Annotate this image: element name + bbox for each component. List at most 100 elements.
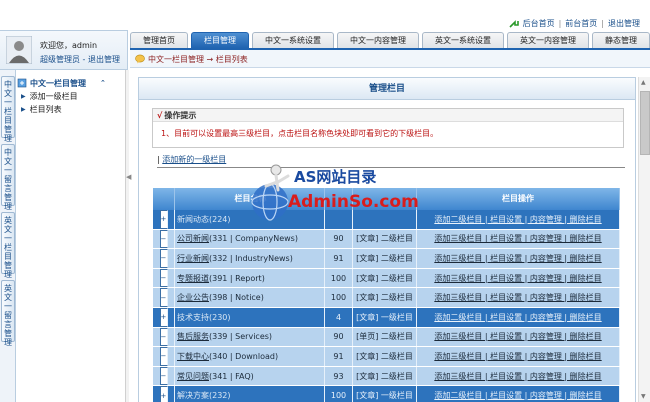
column-name-cell[interactable]: 技术支持 (230): [175, 307, 325, 327]
operations-cell[interactable]: 添加二级栏目 | 栏目设置 | 内容管理 | 删除栏目: [417, 386, 620, 402]
vtab-en-column[interactable]: 英文一栏目管理: [1, 212, 15, 279]
operations-cell[interactable]: 添加三级栏目 | 栏目设置 | 内容管理 | 删除栏目: [417, 366, 620, 386]
operations-links[interactable]: 添加三级栏目 | 栏目设置 | 内容管理 | 删除栏目: [434, 253, 601, 264]
collapse-minus-icon[interactable]: −: [159, 327, 168, 347]
frontend-home-link[interactable]: 前台首页: [565, 18, 597, 29]
scroll-thumb[interactable]: [640, 91, 650, 155]
expand-cell: −: [153, 268, 175, 288]
operations-cell[interactable]: 添加三级栏目 | 栏目设置 | 内容管理 | 删除栏目: [417, 327, 620, 347]
split-divider[interactable]: [125, 70, 129, 402]
tab-3[interactable]: 中文一内容管理: [337, 32, 419, 48]
tip-title-text: 操作提示: [164, 111, 197, 120]
expand-plus-icon[interactable]: +: [159, 386, 168, 402]
order-cell: 100: [325, 386, 353, 402]
column-name[interactable]: 公司新闻: [177, 233, 209, 244]
operations-cell[interactable]: 添加二级栏目 | 栏目设置 | 内容管理 | 删除栏目: [417, 307, 620, 327]
separator: |: [601, 19, 604, 28]
user-box: 欢迎您，admin 超级管理员 - 退出管理: [0, 30, 128, 70]
operations-cell[interactable]: 添加三级栏目 | 栏目设置 | 内容管理 | 删除栏目: [417, 268, 620, 288]
scroll-down-icon[interactable]: ▼: [641, 393, 646, 400]
table-row: − 售后服务 (339 | Services) 90 [单页] 二级栏目 添加三级栏目 |…: [153, 327, 620, 348]
column-name[interactable]: 专题报道: [177, 273, 209, 284]
table-row: + 技术支持 (230) 4 [文章] 一级栏目 添加二级栏目 | 栏目设置 | 内容管理…: [153, 307, 620, 328]
collapse-minus-icon[interactable]: −: [159, 366, 168, 386]
operations-links[interactable]: 添加三级栏目 | 栏目设置 | 内容管理 | 删除栏目: [434, 233, 601, 244]
vertical-scrollbar[interactable]: ▲ ▼: [638, 77, 650, 402]
collapse-minus-icon[interactable]: −: [159, 347, 168, 366]
column-name-cell[interactable]: 公司新闻 (331 | CompanyNews): [175, 229, 325, 249]
operations-links[interactable]: 添加二级栏目 | 栏目设置 | 内容管理 | 删除栏目: [434, 214, 601, 225]
column-name[interactable]: 常见问题: [177, 371, 209, 382]
side-menu-item-add[interactable]: ▶ 添加一级栏目: [17, 90, 123, 103]
vtab-en-message[interactable]: 英文一留言管理: [1, 280, 15, 347]
column-name[interactable]: 解决方案: [177, 390, 209, 401]
logout-link[interactable]: 退出管理: [608, 18, 640, 29]
expand-plus-icon[interactable]: +: [159, 210, 168, 229]
column-name-cell[interactable]: 下载中心 (340 | Download): [175, 347, 325, 366]
operations-cell[interactable]: 添加三级栏目 | 栏目设置 | 内容管理 | 删除栏目: [417, 249, 620, 268]
tip-box: √ 操作提示 1、目前可以设置最高三级栏目，点击栏目名称色块处即可看到它的下级栏目…: [152, 108, 624, 148]
column-name[interactable]: 下载中心: [177, 351, 209, 362]
collapse-minus-icon[interactable]: −: [159, 288, 168, 307]
expand-cell: +: [153, 210, 175, 229]
column-id: (232): [209, 391, 231, 401]
column-name-cell[interactable]: 专题报道 (391 | Report): [175, 268, 325, 288]
column-name[interactable]: 行业新闻: [177, 253, 209, 264]
tab-4[interactable]: 英文一系统设置: [422, 32, 504, 48]
collapse-icon[interactable]: ⌃: [100, 79, 106, 87]
column-name[interactable]: 新闻动态: [177, 214, 209, 225]
vtab-cn-message[interactable]: 中文一留言管理: [1, 144, 15, 211]
operations-links[interactable]: 添加三级栏目 | 栏目设置 | 内容管理 | 删除栏目: [434, 351, 601, 362]
order-cell: 100: [325, 268, 353, 288]
scroll-up-icon[interactable]: ▲: [641, 79, 646, 86]
operations-links[interactable]: 添加二级栏目 | 栏目设置 | 内容管理 | 删除栏目: [434, 390, 601, 401]
column-name-cell[interactable]: 常见问题 (341 | FAQ): [175, 366, 325, 386]
order-cell: 91: [325, 249, 353, 268]
operations-cell[interactable]: 添加三级栏目 | 栏目设置 | 内容管理 | 删除栏目: [417, 347, 620, 366]
column-name-cell[interactable]: 企业公告 (398 | Notice): [175, 288, 325, 307]
collapse-minus-icon[interactable]: −: [159, 249, 168, 268]
column-id: (341 | FAQ): [209, 371, 254, 381]
collapse-minus-icon[interactable]: −: [159, 268, 168, 288]
vtab-cn-column[interactable]: 中文一栏目管理: [1, 76, 15, 143]
top-links: 后台首页 | 前台首页 | 退出管理: [509, 18, 640, 29]
expand-cell: −: [153, 366, 175, 386]
order-cell: 90: [325, 327, 353, 347]
tab-5[interactable]: 英文一内容管理: [507, 32, 589, 48]
column-name[interactable]: 企业公告: [177, 292, 209, 303]
operations-links[interactable]: 添加三级栏目 | 栏目设置 | 内容管理 | 删除栏目: [434, 292, 601, 303]
table-row: − 企业公告 (398 | Notice) 100 [文章] 二级栏目 添加三级栏目 | …: [153, 288, 620, 308]
tab-1[interactable]: 栏目管理: [191, 32, 249, 48]
column-name-cell[interactable]: 行业新闻 (332 | IndustryNews): [175, 249, 325, 268]
tab-2[interactable]: 中文一系统设置: [252, 32, 334, 48]
backend-home-link[interactable]: 后台首页: [523, 18, 555, 29]
main-panel: 管理栏目 √ 操作提示 1、目前可以设置最高三级栏目，点击栏目名称色块处即可看到它…: [138, 77, 636, 402]
operations-links[interactable]: 添加二级栏目 | 栏目设置 | 内容管理 | 删除栏目: [434, 312, 601, 323]
column-name[interactable]: 技术支持: [177, 312, 209, 323]
column-id: (230): [209, 312, 231, 322]
tab-6[interactable]: 静态管理: [592, 32, 650, 48]
expand-cell: −: [153, 229, 175, 249]
expand-plus-icon[interactable]: +: [159, 307, 168, 327]
operations-links[interactable]: 添加三级栏目 | 栏目设置 | 内容管理 | 删除栏目: [434, 273, 601, 284]
collapse-minus-icon[interactable]: −: [159, 229, 168, 249]
operations-links[interactable]: 添加三级栏目 | 栏目设置 | 内容管理 | 删除栏目: [434, 331, 601, 342]
column-name-cell[interactable]: 售后服务 (339 | Services): [175, 327, 325, 347]
side-menu-item-list[interactable]: ▶ 栏目列表: [17, 103, 123, 116]
operations-cell[interactable]: 添加二级栏目 | 栏目设置 | 内容管理 | 删除栏目: [417, 210, 620, 229]
operations-links[interactable]: 添加三级栏目 | 栏目设置 | 内容管理 | 删除栏目: [434, 371, 601, 382]
operations-cell[interactable]: 添加三级栏目 | 栏目设置 | 内容管理 | 删除栏目: [417, 229, 620, 249]
add-top-column-link[interactable]: 添加新的一级栏目: [162, 155, 226, 164]
user-role-link[interactable]: 超级管理员 - 退出管理: [40, 54, 120, 65]
order-cell: 90: [325, 229, 353, 249]
table-row: − 行业新闻 (332 | IndustryNews) 91 [文章] 二级栏目 添加三级…: [153, 249, 620, 269]
order-cell: 4: [325, 307, 353, 327]
operations-cell[interactable]: 添加三级栏目 | 栏目设置 | 内容管理 | 删除栏目: [417, 288, 620, 307]
tab-0[interactable]: 管理首页: [130, 32, 188, 48]
side-menu-item-label: 栏目列表: [29, 105, 62, 114]
collapse-arrow-icon[interactable]: ◀: [126, 173, 131, 181]
column-name[interactable]: 售后服务: [177, 331, 209, 342]
column-name-cell[interactable]: 解决方案 (232): [175, 386, 325, 402]
side-menu-header[interactable]: 中文一栏目管理 ⌃: [17, 76, 123, 90]
arrow-right-icon: ▶: [21, 106, 26, 113]
